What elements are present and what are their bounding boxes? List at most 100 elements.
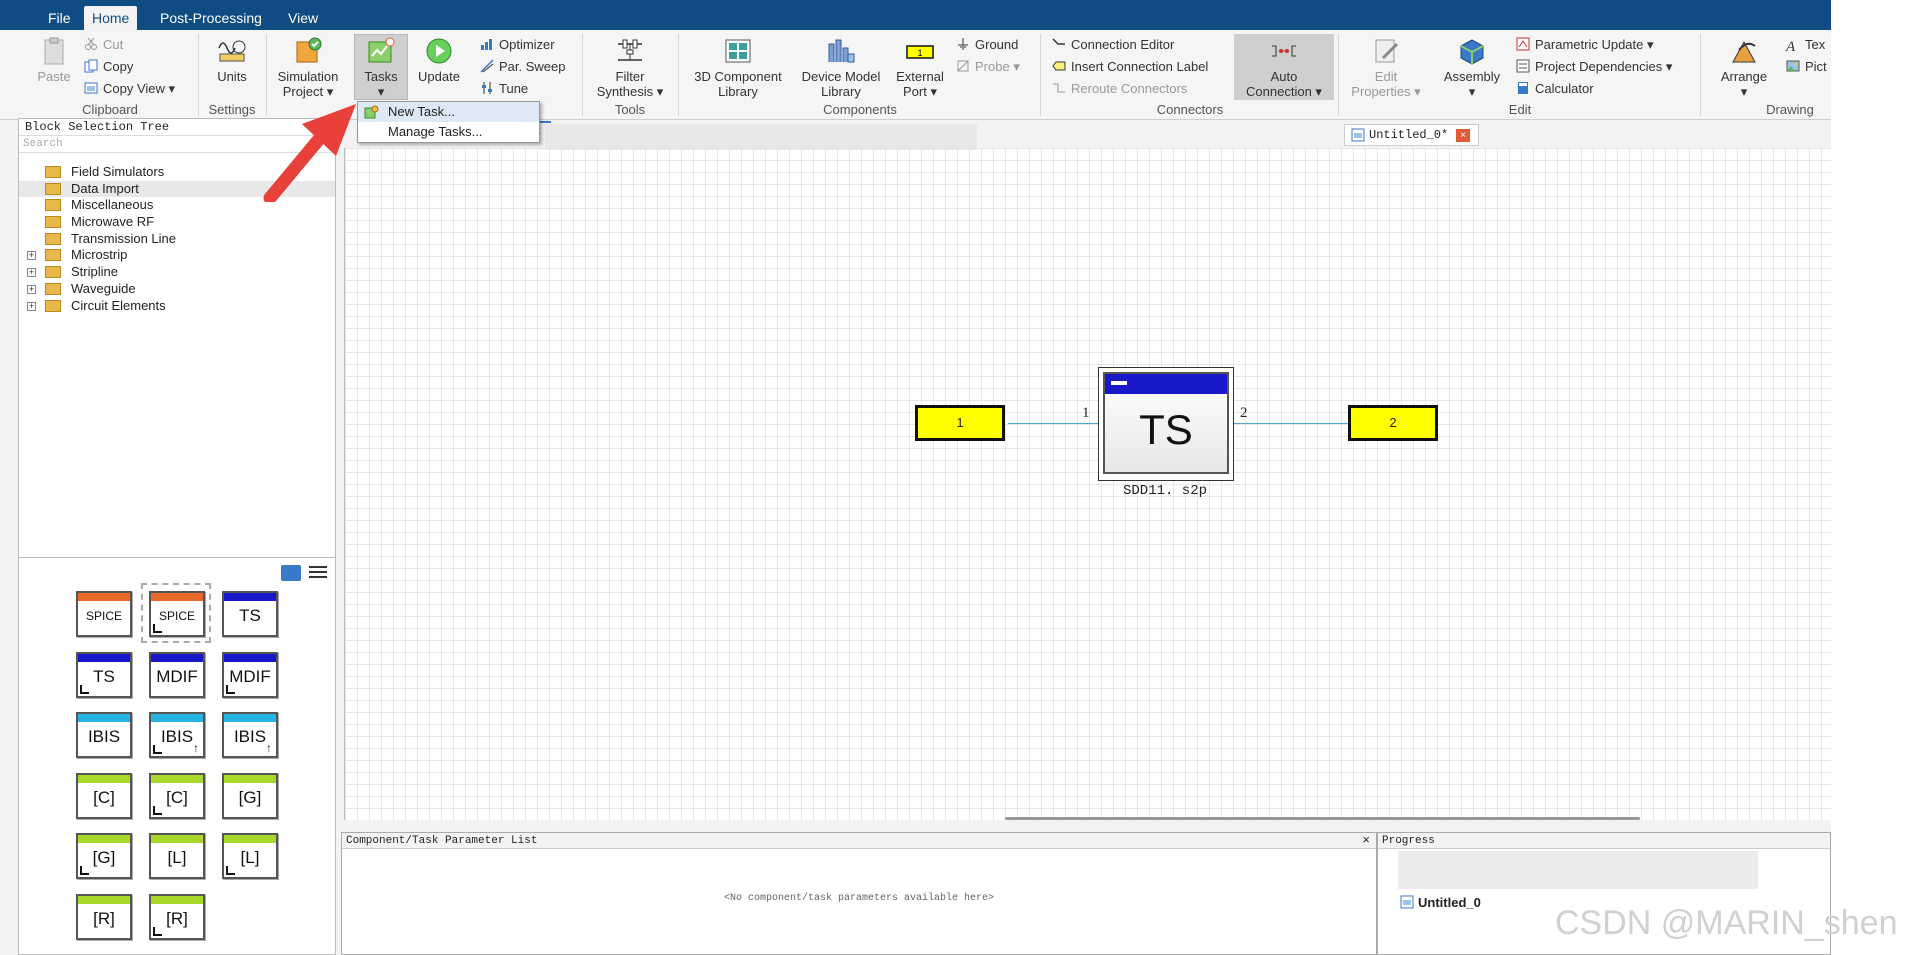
tree-item[interactable]: Microwave RF — [19, 214, 335, 231]
palette-block-tile[interactable]: [L] — [222, 833, 278, 879]
expand-icon[interactable]: + — [27, 301, 36, 311]
tree-item[interactable]: + Circuit Elements — [19, 298, 335, 315]
grid-view-icon[interactable] — [281, 565, 302, 582]
horizontal-scrollbar[interactable] — [1005, 817, 1640, 820]
schematic-canvas[interactable] — [344, 148, 1831, 820]
tab-untitled-0[interactable]: Untitled_0* × — [1344, 124, 1479, 146]
auto-connection-label-2: Connection — [1246, 84, 1312, 99]
filter-synthesis-button[interactable]: Filter Synthesis ▾ — [590, 36, 670, 99]
tree-item-label: Transmission Line — [71, 230, 177, 246]
palette-block-tile[interactable]: SPICE — [76, 591, 132, 637]
device-model-library-button[interactable]: Device Model Library — [794, 36, 888, 99]
edit-group-label: Edit — [1508, 102, 1532, 117]
tree-item[interactable]: Transmission Line — [19, 231, 335, 248]
wire-block-port2[interactable] — [1234, 423, 1349, 424]
menu-view[interactable]: View — [280, 6, 326, 30]
menu-file[interactable]: File — [40, 6, 79, 30]
external-port-1[interactable]: 1 — [915, 405, 1005, 441]
simulation-project-label-2: Project — [282, 84, 324, 99]
parametric-update-button[interactable]: Parametric Update ▾ — [1516, 36, 1654, 54]
paste-button[interactable]: Paste — [34, 36, 74, 84]
3d-component-library-button[interactable]: 3D Component Library — [686, 36, 790, 99]
units-button[interactable]: Units — [210, 36, 254, 84]
palette-block-tile[interactable]: IBIS ↑ — [222, 712, 278, 758]
par-sweep-button[interactable]: Par. Sweep — [480, 58, 566, 76]
tile-label: [L] — [167, 848, 187, 867]
tasks-button[interactable]: Tasks ▾ — [356, 36, 406, 99]
insert-connection-label-button[interactable]: Insert Connection Label — [1052, 58, 1208, 76]
assembly-button[interactable]: Assembly ▾ — [1434, 36, 1510, 99]
progress-item[interactable]: Untitled_0 — [1400, 895, 1481, 910]
reroute-connectors-button[interactable]: Reroute Connectors — [1052, 80, 1187, 98]
expand-icon[interactable]: + — [27, 284, 36, 294]
palette-block-tile[interactable]: [C] — [149, 772, 205, 819]
picture-button[interactable]: Pict — [1786, 58, 1827, 76]
external-port-button[interactable]: 1 External Port ▾ — [892, 36, 948, 99]
palette-block-tile[interactable]: IBIS — [76, 712, 132, 758]
up-arrow-icon: ↑ — [266, 741, 272, 755]
tree-item[interactable]: + Microstrip — [19, 247, 335, 264]
list-view-icon[interactable] — [309, 566, 327, 581]
optimizer-button[interactable]: Optimizer — [480, 36, 555, 54]
close-tab-icon[interactable]: × — [1456, 129, 1470, 142]
update-button[interactable]: Update — [414, 36, 464, 84]
palette-block-tile[interactable]: [G] — [76, 833, 132, 879]
parameter-panel-title-text: Component/Task Parameter List — [346, 835, 538, 847]
palette-block-tile[interactable]: MDIF — [149, 651, 205, 698]
cut-button[interactable]: Cut — [84, 36, 123, 54]
palette-block-tile[interactable]: [L] — [149, 833, 205, 879]
auto-connection-label-1: Auto — [1270, 69, 1298, 84]
close-panel-icon[interactable]: × — [1362, 833, 1370, 849]
external-port-2[interactable]: 2 — [1348, 405, 1438, 441]
expand-icon[interactable]: + — [27, 268, 36, 278]
filter-synthesis-label-2: Synthesis — [596, 84, 654, 99]
parametric-update-label: Parametric Update — [1535, 37, 1644, 52]
text-button[interactable]: A Tex — [1786, 36, 1825, 55]
scissors-icon — [85, 37, 97, 50]
copy-button[interactable]: Copy — [84, 58, 133, 76]
connectors-group-label: Connectors — [1156, 102, 1224, 117]
calculator-label: Calculator — [1535, 81, 1594, 96]
menu-home[interactable]: Home — [84, 6, 138, 30]
tile-color-bar — [78, 653, 130, 662]
calculator-button[interactable]: Calculator — [1516, 80, 1594, 98]
copy-view-label: Copy View — [103, 81, 165, 96]
simulation-project-button[interactable]: Simulation Project ▾ — [270, 36, 346, 99]
arrange-button[interactable]: Arrange ▾ — [1708, 36, 1780, 99]
tile-label: [R] — [93, 908, 115, 928]
edit-properties-button[interactable]: Edit Properties ▾ — [1344, 36, 1428, 99]
ground-button[interactable]: Ground — [956, 36, 1018, 54]
palette-block-tile[interactable]: [R] — [76, 893, 132, 940]
palette-block-tile[interactable]: IBIS ↑ — [149, 712, 205, 758]
probe-button[interactable]: Probe ▾ — [956, 58, 1020, 76]
palette-block-tile[interactable]: [R] — [149, 893, 205, 940]
tree-item[interactable]: + Waveguide — [19, 281, 335, 298]
expand-icon[interactable]: + — [27, 251, 36, 261]
palette-block-tile[interactable]: [G] — [222, 772, 278, 819]
palette-block-tile[interactable]: TS — [222, 591, 278, 637]
tree-item[interactable]: + Stripline — [19, 264, 335, 281]
device-model-library-label-2: Library — [821, 84, 861, 99]
edit-properties-icon — [1375, 39, 1399, 63]
wire-port1-block[interactable] — [1008, 423, 1098, 424]
tune-button[interactable]: Tune — [480, 80, 528, 98]
palette-block-tile[interactable]: MDIF — [222, 651, 278, 698]
connection-editor-button[interactable]: Connection Editor — [1052, 36, 1174, 54]
menu-bar: File Home Post-Processing View — [0, 0, 1831, 30]
menu-item-manage-tasks[interactable]: Manage Tasks... — [358, 122, 539, 142]
block-caption: SDD11. s2p — [1122, 483, 1207, 499]
probe-label: Probe — [975, 59, 1010, 74]
ground-label: Ground — [975, 37, 1019, 52]
palette-block-tile[interactable]: [C] — [76, 772, 132, 819]
palette-block-tile[interactable]: TS — [76, 651, 132, 698]
copy-view-button[interactable]: Copy View ▾ — [84, 80, 175, 98]
auto-connection-button[interactable]: Auto Connection ▾ — [1236, 36, 1332, 99]
palette-block-tile[interactable]: SPICE — [149, 591, 205, 637]
menu-item-new-task[interactable]: New Task... — [358, 102, 539, 122]
copy-icon — [84, 59, 98, 73]
project-dependencies-button[interactable]: Project Dependencies ▾ — [1516, 58, 1672, 76]
tile-label: MDIF — [156, 666, 198, 686]
device-model-library-label-1: Device Model — [801, 69, 881, 84]
menu-post-processing[interactable]: Post-Processing — [152, 6, 270, 30]
touchstone-block[interactable]: TS — [1098, 367, 1234, 481]
